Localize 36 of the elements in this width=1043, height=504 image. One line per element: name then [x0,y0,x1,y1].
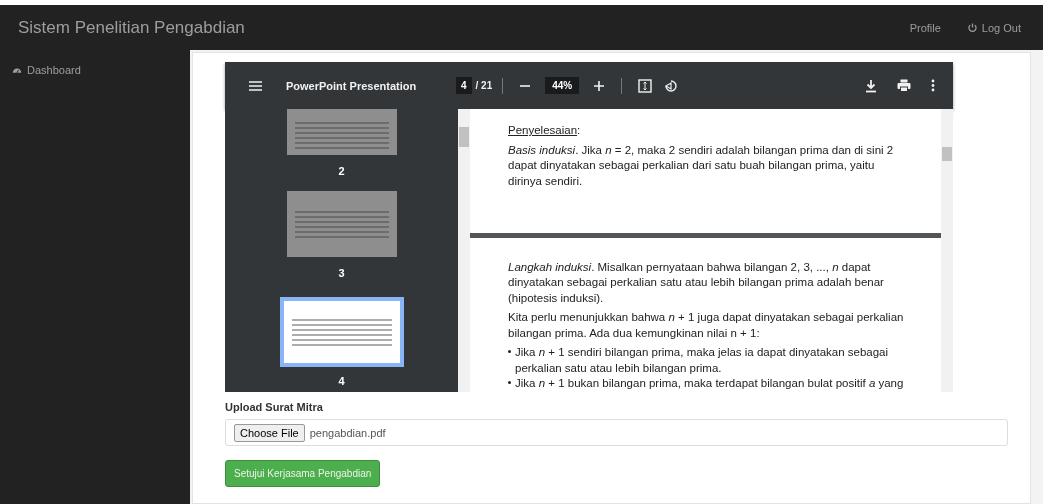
zoom-field[interactable]: 44% [545,77,580,94]
slide-heading: Penyelesaian: [508,124,581,136]
rotate-icon[interactable] [664,78,679,93]
download-icon[interactable] [865,78,877,93]
upload-label: Upload Surat Mitra [225,401,324,413]
choose-file-button[interactable]: Choose File [234,423,305,442]
sidebar-item[interactable]: Dashboard [12,64,178,76]
page-thumbnail[interactable] [279,297,404,367]
print-icon[interactable] [897,79,911,92]
slide-paragraph: Kita perlu menunjukkan bahwa n + 1 juga dapat dinyatakan sebagai perkalian bilangan prima. Ada dua kemungkinan nilai n + 1: [508,310,905,341]
file-input[interactable]: Choose File pengabdian.pdf [225,419,1008,446]
bullet-dot [508,350,511,354]
slide-bullet-text: Jika n + 1 bukan bilangan prima, maka terdapat bilangan bulat positif a yang [515,376,904,392]
file-name: pengabdian.pdf [309,426,386,439]
slide-paragraph: Langkah induksi. Misalkan pernyataan bahwa bilangan 2, 3, ..., n dapat dinyatakan sebagai perkalian satu atau lebih bilangan prima adalah benar (hipotesis induksi). [508,259,885,306]
thumbnail-page-number: 2 [338,165,345,177]
power-icon [966,22,978,33]
bullet-dot [508,381,511,385]
page-thumbnail[interactable] [286,191,397,257]
thumbnail-page-number: 3 [338,267,345,279]
menu-icon[interactable] [249,79,262,92]
page-total: / 21 [475,80,493,91]
more-options-icon[interactable] [931,79,935,92]
thumbnail-page-number: 4 [338,375,345,387]
app-brand[interactable]: Sistem Penelitian Pengabdian [18,17,245,38]
logout-link[interactable]: Log Out [966,21,1021,34]
scrollbar[interactable] [941,109,953,392]
profile-link[interactable]: Profile [909,21,941,34]
fit-page-icon[interactable] [638,78,653,93]
document-title: PowerPoint Presentation [286,79,418,92]
zoom-in-icon[interactable] [593,79,606,92]
page-thumbnail[interactable] [286,109,397,155]
slide-paragraph: Basis induksi. Jika n = 2, maka 2 sendiri adalah bilangan prima dan di sini 2 dapat dinyatakan sebagai perkalian dari satu buah bilangan prima, yaitu dirinya sendiri. [508,142,895,189]
slide-bullet-text: Jika n + 1 sendiri bilangan prima, maka jelas ia dapat dinyatakan sebagai perkalian satu atau lebih bilangan prima. [515,345,890,376]
page-number-field[interactable]: 4 [456,77,472,94]
scrollbar[interactable] [458,109,470,392]
